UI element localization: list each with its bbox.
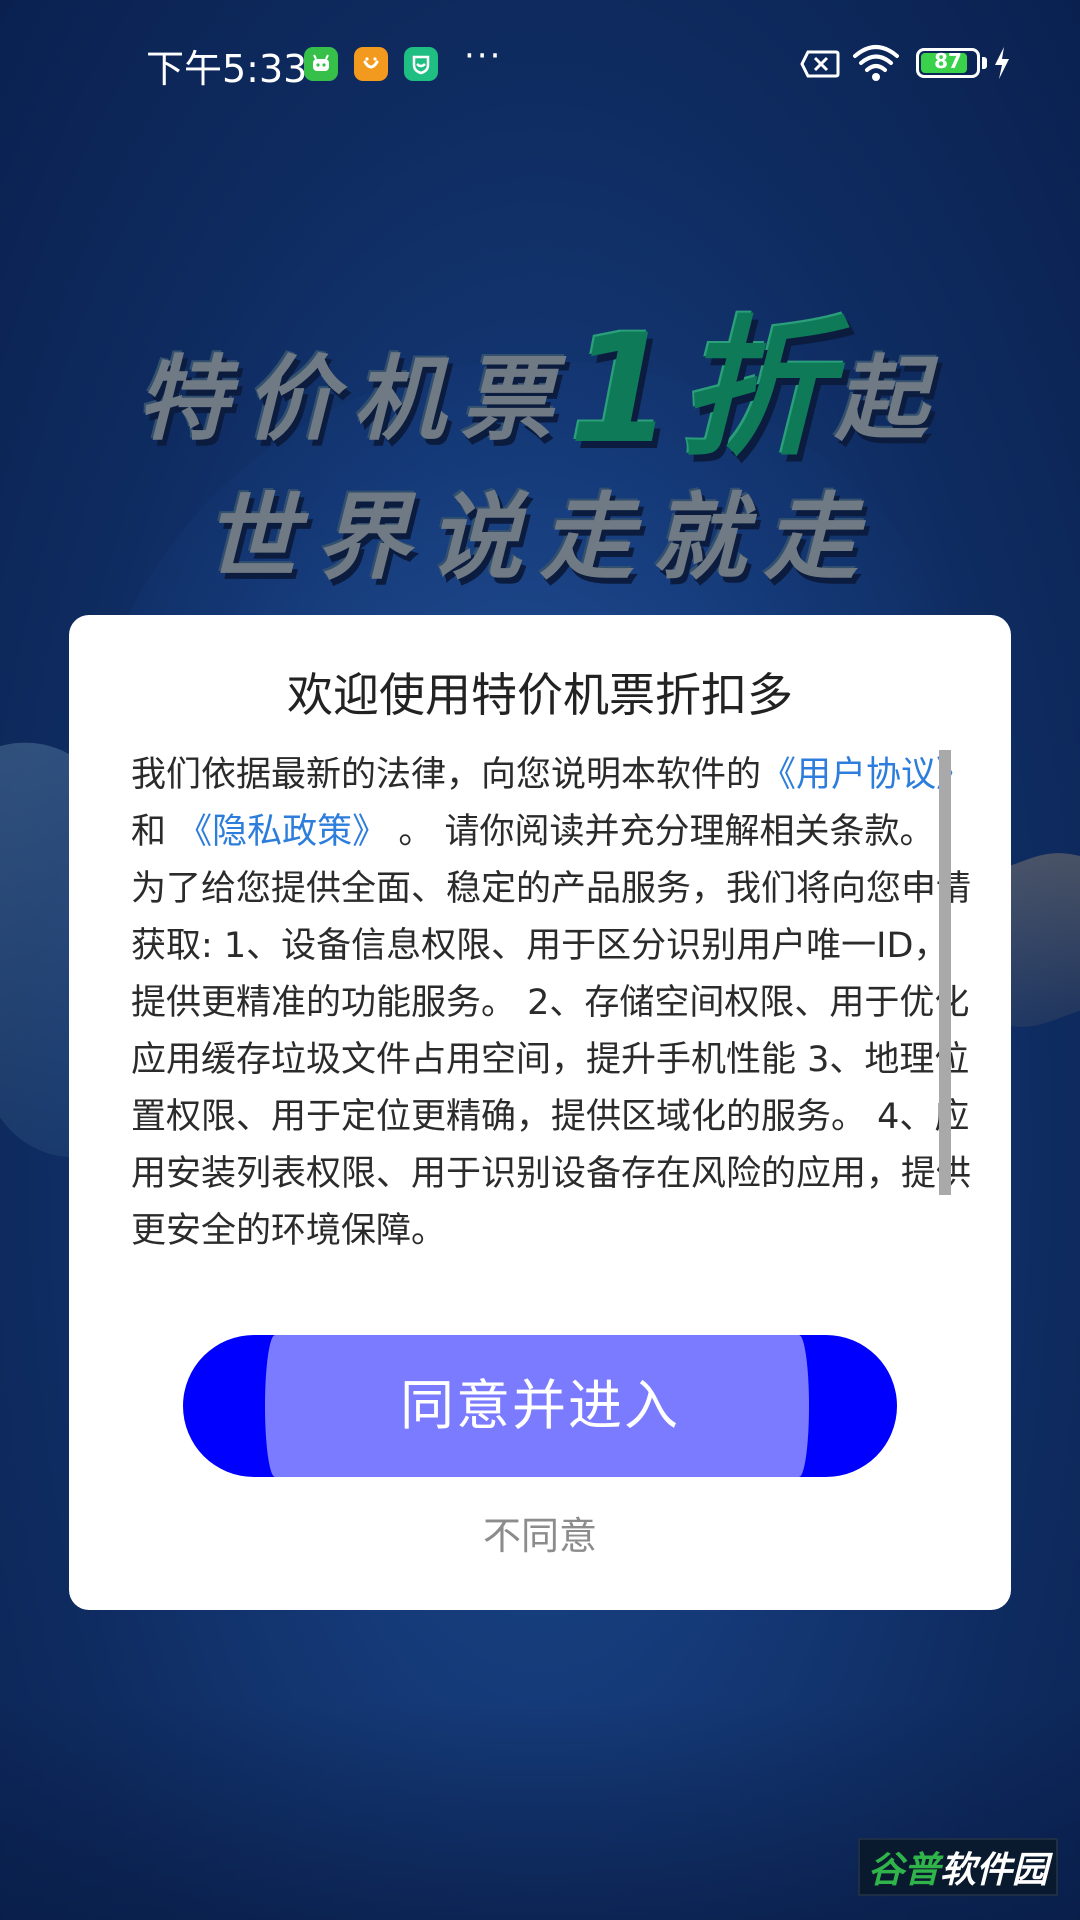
no-sim-icon <box>800 50 840 78</box>
disagree-link[interactable]: 不同意 <box>69 1505 1011 1560</box>
agree-button-label: 同意并进入 <box>400 1374 680 1437</box>
app-notification-icon-shield <box>404 47 438 81</box>
dialog-title: 欢迎使用特价机票折扣多 <box>287 668 793 722</box>
app-notification-icon-taobao <box>354 47 388 81</box>
terms-intro-end: 。 请你阅读并充分理解相关条款。 <box>398 812 935 852</box>
status-time: 下午5:33 <box>146 47 308 91</box>
app-notification-icon-android <box>304 47 338 81</box>
battery-icon: 87 <box>916 48 980 78</box>
terms-intro: 我们依据最新的法律，向您说明本软件的 <box>131 755 762 795</box>
status-bar: 下午5:33 ··· 87 <box>0 0 1080 128</box>
status-more-icon: ··· <box>464 36 503 76</box>
terms-body: 为了给您提供全面、稳定的产品服务，我们将向您申请获取: 1、设备信息权限、用于区… <box>131 869 972 1251</box>
battery-level: 87 <box>934 49 962 73</box>
site-watermark-logo: 谷普 软件园 <box>858 1838 1058 1896</box>
charging-bolt-icon <box>995 47 1009 79</box>
privacy-policy-link[interactable]: 《隐私政策》 <box>177 812 387 852</box>
promo-subheadline: 世界说走就走 <box>203 484 876 593</box>
agree-and-enter-button[interactable]: 同意并进入 <box>183 1335 897 1477</box>
promo-suffix: 起 <box>835 346 944 453</box>
terms-scrollbar[interactable] <box>939 750 951 1195</box>
promo-headline: 特价机票1折起 <box>0 268 1080 485</box>
app-screen: 下午5:33 ··· 87 特价机票1折起 世界说走就走 欢迎使用特价机票折扣多… <box>0 0 1080 1920</box>
terms-scroll-area[interactable]: 我们依据最新的法律，向您说明本软件的《用户协议》 和 《隐私政策》 。 请你阅读… <box>131 747 1019 1277</box>
promo-prefix: 特价机票 <box>136 346 569 453</box>
watermark-part-a: 谷普 <box>867 1850 940 1891</box>
terms-text: 我们依据最新的法律，向您说明本软件的《用户协议》 和 《隐私政策》 。 请你阅读… <box>131 747 1019 1260</box>
watermark-part-b: 软件园 <box>940 1850 1049 1891</box>
wifi-icon <box>853 45 899 81</box>
battery-tip <box>982 57 987 69</box>
privacy-consent-dialog: 欢迎使用特价机票折扣多 我们依据最新的法律，向您说明本软件的《用户协议》 和 《… <box>69 615 1011 1610</box>
terms-and: 和 <box>131 812 167 852</box>
promo-highlight: 1折 <box>568 303 836 477</box>
